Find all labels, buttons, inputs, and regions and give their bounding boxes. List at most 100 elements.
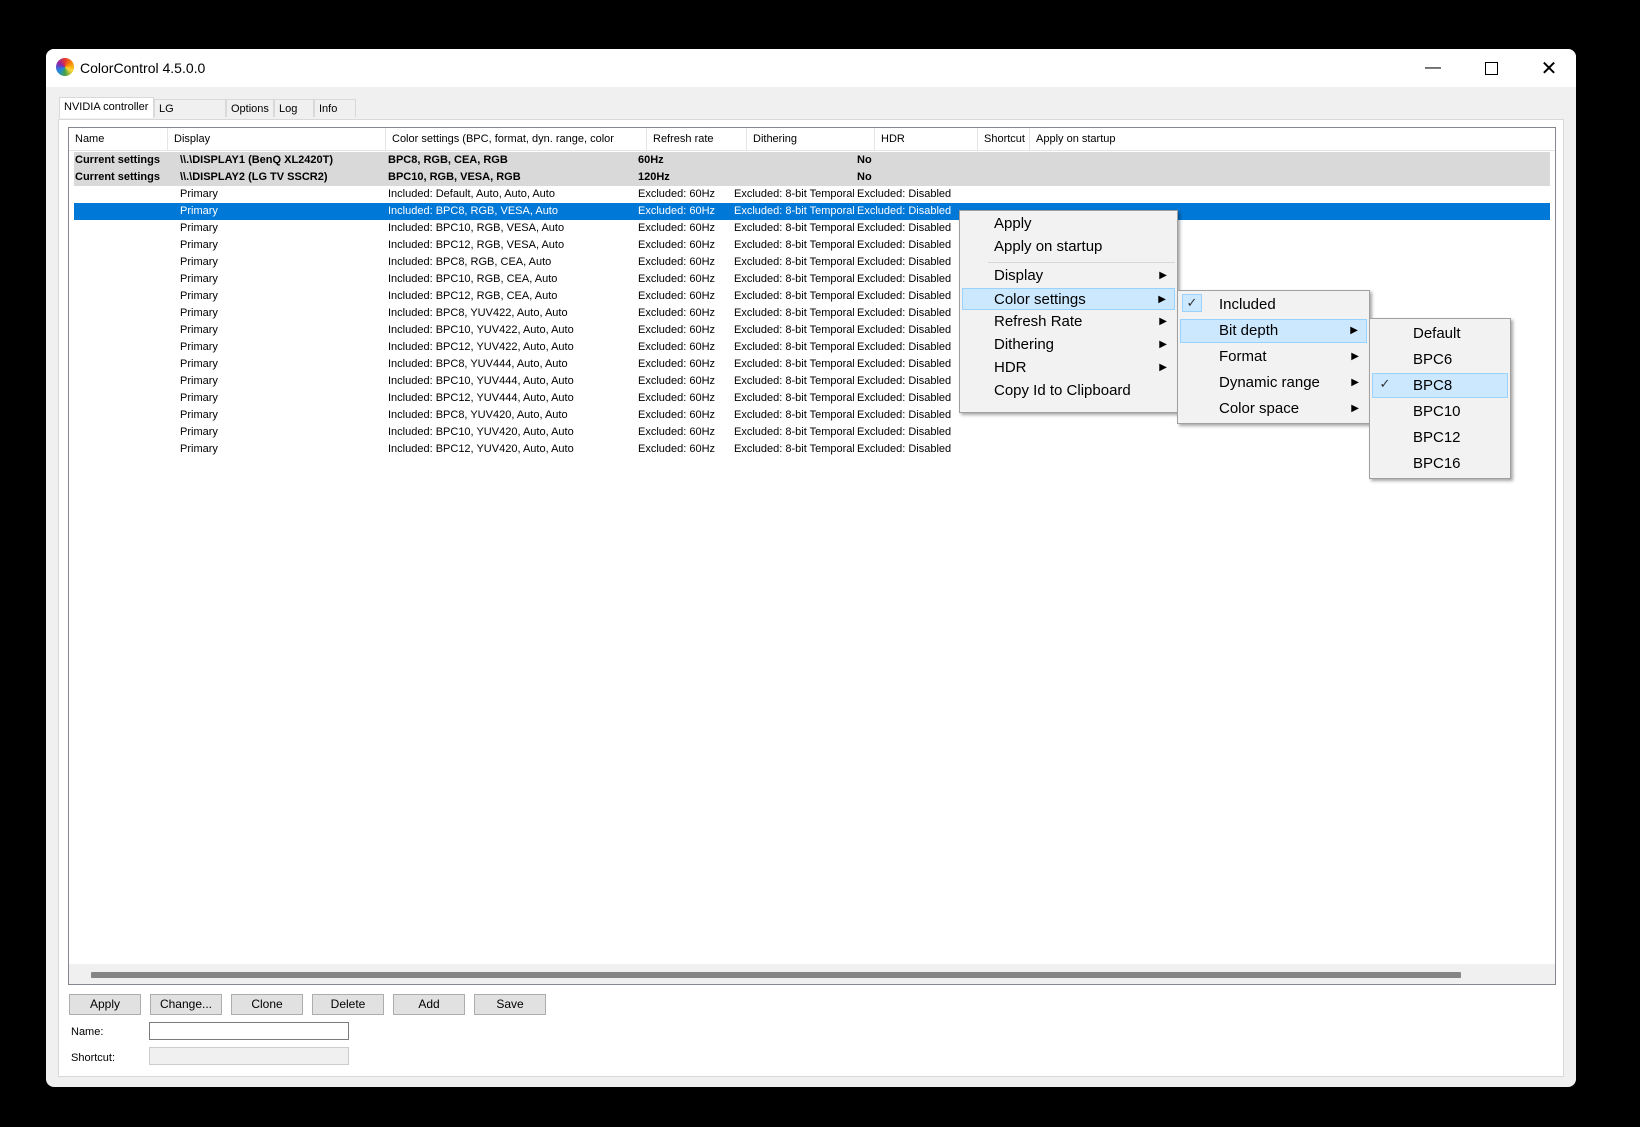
cell-display: Primary	[180, 256, 218, 268]
table-row[interactable]: Primary Included: Default, Auto, Auto, Au…	[74, 186, 1550, 203]
cell-refresh-rate: Excluded: 60Hz	[638, 256, 716, 268]
column-header-shortcut[interactable]: Shortcut	[978, 128, 1030, 150]
add-button[interactable]: Add	[393, 994, 465, 1015]
cell-hdr: Excluded: Disabled	[857, 273, 952, 285]
menu-item-apply[interactable]: Apply	[962, 213, 1175, 235]
minimize-button[interactable]: —	[1404, 49, 1462, 87]
shortcut-input[interactable]	[149, 1047, 349, 1065]
menu-item-dithering[interactable]: Dithering ▶	[962, 334, 1175, 356]
menu-item-copy-id[interactable]: Copy Id to Clipboard	[962, 380, 1175, 402]
menu-item-label: Apply on startup	[994, 238, 1103, 255]
delete-button[interactable]: Delete	[312, 994, 384, 1015]
cell-display: Primary	[180, 290, 218, 302]
cell-refresh-rate: Excluded: 60Hz	[638, 443, 716, 455]
column-header-name[interactable]: Name	[69, 128, 168, 150]
menu-item-color-settings[interactable]: Color settings ▶	[962, 288, 1175, 310]
menu-item-label: BPC12	[1413, 429, 1461, 446]
tab-lg-controller[interactable]: LG controller	[154, 99, 226, 133]
cell-color-settings: BPC8, RGB, CEA, RGB	[388, 154, 508, 166]
column-header-color-settings[interactable]: Color settings (BPC, format, dyn. range,…	[386, 128, 647, 167]
cell-hdr: Excluded: Disabled	[857, 239, 952, 251]
app-window: ColorControl 4.5.0.0 — ✕ NVIDIA controll…	[46, 49, 1576, 1087]
tab-nvidia-controller[interactable]: NVIDIA controller	[59, 97, 154, 118]
minimize-icon: —	[1425, 59, 1441, 76]
scrollbar-thumb[interactable]	[91, 972, 1461, 978]
submenu-arrow-icon: ▶	[1159, 316, 1167, 327]
menu-item-default[interactable]: Default	[1372, 321, 1508, 346]
close-button[interactable]: ✕	[1520, 49, 1576, 87]
tab-log[interactable]: Log	[274, 99, 314, 117]
horizontal-scrollbar[interactable]	[69, 964, 1555, 984]
close-icon: ✕	[1540, 57, 1558, 80]
menu-item-refresh-rate[interactable]: Refresh Rate ▶	[962, 311, 1175, 333]
cell-display: Primary	[180, 443, 218, 455]
column-header-display[interactable]: Display	[168, 128, 386, 150]
menu-item-bpc16[interactable]: BPC16	[1372, 451, 1508, 476]
table-row[interactable]: Primary Included: BPC8, RGB, CEA, Auto Exc…	[74, 254, 1550, 271]
cell-hdr: Excluded: Disabled	[857, 256, 952, 268]
list-header: Name Display Color settings (BPC, format…	[69, 128, 1555, 167]
cell-hdr: No	[857, 171, 872, 183]
menu-item-color-space[interactable]: Color space ▶	[1180, 397, 1367, 421]
menu-item-apply-on-startup[interactable]: Apply on startup	[962, 236, 1175, 258]
table-row[interactable]: Primary Included: BPC8, RGB, VESA, Auto Ex…	[74, 203, 1550, 220]
cell-display: \\.\DISPLAY2 (LG TV SSCR2)	[180, 171, 328, 183]
menu-item-bpc12[interactable]: BPC12	[1372, 425, 1508, 450]
menu-item-bit-depth[interactable]: Bit depth ▶	[1180, 319, 1367, 343]
cell-display: Primary	[180, 324, 218, 336]
cell-refresh-rate: Excluded: 60Hz	[638, 188, 716, 200]
menu-item-bpc6[interactable]: BPC6	[1372, 347, 1508, 372]
cell-color-settings: Included: BPC10, YUV422, Auto, Auto	[388, 324, 574, 336]
save-button[interactable]: Save	[474, 994, 546, 1015]
checkmark-icon: ✓	[1182, 294, 1202, 312]
tab-info[interactable]: Info	[314, 99, 356, 117]
cell-refresh-rate: 60Hz	[638, 154, 664, 166]
menu-item-display[interactable]: Display ▶	[962, 265, 1175, 287]
table-row[interactable]: Primary Included: BPC10, RGB, VESA, Auto E…	[74, 220, 1550, 237]
cell-dithering: Excluded: 8-bit Temporal	[734, 409, 854, 421]
cell-color-settings: Included: BPC12, RGB, CEA, Auto	[388, 290, 558, 302]
table-row[interactable]: Primary Included: BPC10, RGB, CEA, Auto Ex…	[74, 271, 1550, 288]
title-bar: ColorControl 4.5.0.0 — ✕	[46, 49, 1576, 87]
cell-dithering: Excluded: 8-bit Temporal	[734, 307, 854, 319]
change-button[interactable]: Change...	[150, 994, 222, 1015]
tab-options[interactable]: Options	[226, 99, 274, 117]
cell-hdr: No	[857, 154, 872, 166]
table-row[interactable]: Primary Included: BPC12, YUV420, Auto, Au…	[74, 441, 1550, 458]
cell-display: Primary	[180, 307, 218, 319]
menu-item-label: BPC10	[1413, 403, 1461, 420]
cell-refresh-rate: Excluded: 60Hz	[638, 375, 716, 387]
column-header-dithering[interactable]: Dithering	[747, 128, 875, 150]
submenu-arrow-icon: ▶	[1351, 403, 1359, 414]
menu-item-label: Apply	[994, 215, 1032, 232]
name-label: Name:	[71, 1026, 104, 1038]
cell-hdr: Excluded: Disabled	[857, 426, 952, 438]
menu-item-label: Dynamic range	[1219, 374, 1320, 391]
name-input[interactable]	[149, 1022, 349, 1040]
apply-button[interactable]: Apply	[69, 994, 141, 1015]
table-row[interactable]: Primary Included: BPC10, YUV420, Auto, Au…	[74, 424, 1550, 441]
menu-item-format[interactable]: Format ▶	[1180, 345, 1367, 369]
menu-item-bpc10[interactable]: BPC10	[1372, 399, 1508, 424]
clone-button[interactable]: Clone	[231, 994, 303, 1015]
cell-name: Current settings	[75, 154, 160, 166]
column-header-apply-on-startup[interactable]: Apply on startup	[1030, 128, 1130, 150]
cell-display: Primary	[180, 341, 218, 353]
column-header-hdr[interactable]: HDR	[875, 128, 978, 150]
menu-item-hdr[interactable]: HDR ▶	[962, 357, 1175, 379]
column-header-refresh-rate[interactable]: Refresh rate	[647, 128, 747, 150]
current-settings-row[interactable]: Current settings \\.\DISPLAY2 (LG TV SSCR…	[74, 169, 1550, 186]
maximize-button[interactable]	[1462, 49, 1520, 87]
table-row[interactable]: Primary Included: BPC12, RGB, VESA, Auto E…	[74, 237, 1550, 254]
cell-hdr: Excluded: Disabled	[857, 392, 952, 404]
menu-item-label: Bit depth	[1219, 322, 1279, 339]
cell-color-settings: Included: BPC10, RGB, VESA, Auto	[388, 222, 565, 234]
submenu-arrow-icon: ▶	[1351, 377, 1359, 388]
menu-item-included[interactable]: ✓ Included	[1180, 293, 1367, 317]
cell-dithering: Excluded: 8-bit Temporal	[734, 239, 854, 251]
menu-item-dynamic-range[interactable]: Dynamic range ▶	[1180, 371, 1367, 395]
cell-dithering: Excluded: 8-bit Temporal	[734, 426, 854, 438]
menu-item-bpc8[interactable]: ✓ BPC8	[1372, 373, 1508, 398]
presets-list[interactable]: Name Display Color settings (BPC, format…	[68, 127, 1556, 985]
current-settings-row[interactable]: Current settings \\.\DISPLAY1 (BenQ XL242…	[74, 152, 1550, 169]
